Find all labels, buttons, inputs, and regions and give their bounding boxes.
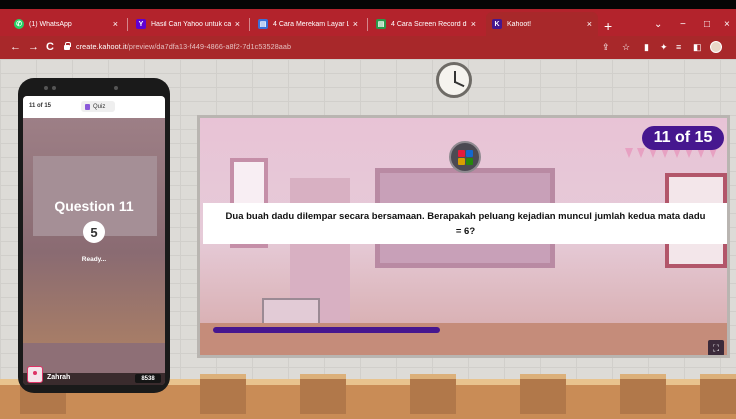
url-field[interactable]: create.kahoot.it/preview/da7dfa13-f449-4… <box>76 42 291 51</box>
desk <box>410 374 456 414</box>
close-icon[interactable]: × <box>113 19 118 29</box>
tab-label: 4 Cara Merekam Layar Lapto <box>273 20 349 28</box>
question-title: Question 11 <box>54 198 134 214</box>
maximize-button[interactable]: □ <box>704 20 710 30</box>
fullscreen-icon: ⛶ <box>712 342 720 353</box>
profile-avatar[interactable] <box>710 41 722 53</box>
reload-button[interactable]: C <box>46 41 54 53</box>
kahoot-preview-page: 11 of 15 Quiz Question 11 5 Ready... Zah… <box>0 59 736 419</box>
player-score: 8538 <box>135 374 161 383</box>
close-icon[interactable]: × <box>353 19 358 29</box>
new-tab-button[interactable]: + <box>604 19 612 33</box>
extension-doc-icon[interactable]: ▮ <box>644 42 649 52</box>
question-counter-badge: 11 of 15 <box>642 126 724 150</box>
share-icon[interactable]: ⇪ <box>602 42 610 52</box>
tab-whatsapp[interactable]: ✆ (1) WhatsApp × <box>8 12 124 36</box>
close-icon[interactable]: × <box>235 19 240 29</box>
phone-preview: 11 of 15 Quiz Question 11 5 Ready... Zah… <box>18 78 170 393</box>
desk <box>200 374 246 414</box>
desk <box>700 374 736 414</box>
close-icon[interactable]: × <box>587 19 592 29</box>
extensions-puzzle-icon[interactable]: ✦ <box>660 42 668 52</box>
close-icon[interactable]: × <box>471 19 476 29</box>
tab-label: 4 Cara Screen Record di Lap <box>391 20 467 28</box>
desk <box>520 374 566 414</box>
ready-status: Ready... <box>81 256 107 263</box>
question-box: Dua buah dadu dilempar secara bersamaan.… <box>203 203 727 244</box>
tab-screen-record[interactable]: ▤ 4 Cara Screen Record di Lap × <box>370 12 482 36</box>
address-bar-row: ← → C create.kahoot.it/preview/da7dfa13-… <box>0 36 736 59</box>
countdown-circle: 5 <box>83 221 105 243</box>
quiz-type-label: Quiz <box>93 103 106 110</box>
tab-separator <box>367 18 368 31</box>
desk <box>300 374 346 414</box>
doc-icon: ▤ <box>376 19 386 29</box>
host-screen-panel: 11 of 15 Dua buah dadu dilempar secara b… <box>197 115 730 358</box>
kahoot-icon: K <box>492 19 502 29</box>
url-host: create.kahoot.it <box>76 42 127 51</box>
doc-icon: ▤ <box>258 19 268 29</box>
phone-screen: 11 of 15 Quiz Question 11 5 Ready... Zah… <box>23 96 165 385</box>
timer-progress-bar <box>213 327 440 333</box>
desk <box>620 374 666 414</box>
forward-button[interactable]: → <box>28 41 39 53</box>
close-window-button[interactable]: × <box>724 20 730 30</box>
tab-label: Kahoot! <box>507 20 532 28</box>
tab-kahoot[interactable]: K Kahoot! × <box>486 12 598 36</box>
tab-yahoo[interactable]: Y Hasil Cari Yahoo untuk cara m × <box>130 12 246 36</box>
question-text: Dua buah dadu dilempar secara bersamaan.… <box>225 210 706 237</box>
phone-header: 11 of 15 Quiz <box>23 96 165 118</box>
tab-separator <box>127 18 128 31</box>
url-path: /preview/da7dfa13-f449-4866-a8f2-7d1c535… <box>126 42 292 51</box>
player-avatar <box>27 366 43 383</box>
side-panel-icon[interactable]: ◧ <box>693 42 702 52</box>
yahoo-icon: Y <box>136 19 146 29</box>
whatsapp-icon: ✆ <box>14 19 24 29</box>
quiz-type-icon <box>449 141 481 173</box>
tab-bar: ✆ (1) WhatsApp × Y Hasil Cari Yahoo untu… <box>0 9 736 36</box>
back-button[interactable]: ← <box>10 41 21 53</box>
minimize-button[interactable]: − <box>680 20 686 30</box>
fullscreen-button[interactable]: ⛶ <box>708 340 724 355</box>
tab-separator <box>249 18 250 31</box>
tab-search-icon[interactable]: ⌄ <box>654 20 662 30</box>
lock-icon[interactable] <box>64 42 71 50</box>
screen-top-bar <box>0 0 736 9</box>
player-name: Zahrah <box>47 374 71 381</box>
tab-label: (1) WhatsApp <box>29 20 72 28</box>
quiz-type-pill: Quiz <box>81 101 115 112</box>
wall-clock-icon <box>436 62 472 98</box>
tab-label: Hasil Cari Yahoo untuk cara m <box>151 20 231 28</box>
question-counter: 11 of 15 <box>29 103 52 109</box>
phone-status-bar <box>44 86 144 92</box>
bookmark-star-icon[interactable]: ☆ <box>622 42 630 52</box>
quiz-type-icon <box>85 103 90 110</box>
tab-cara-merekam[interactable]: ▤ 4 Cara Merekam Layar Lapto × <box>252 12 364 36</box>
reading-list-icon[interactable]: ≡ <box>676 42 681 52</box>
